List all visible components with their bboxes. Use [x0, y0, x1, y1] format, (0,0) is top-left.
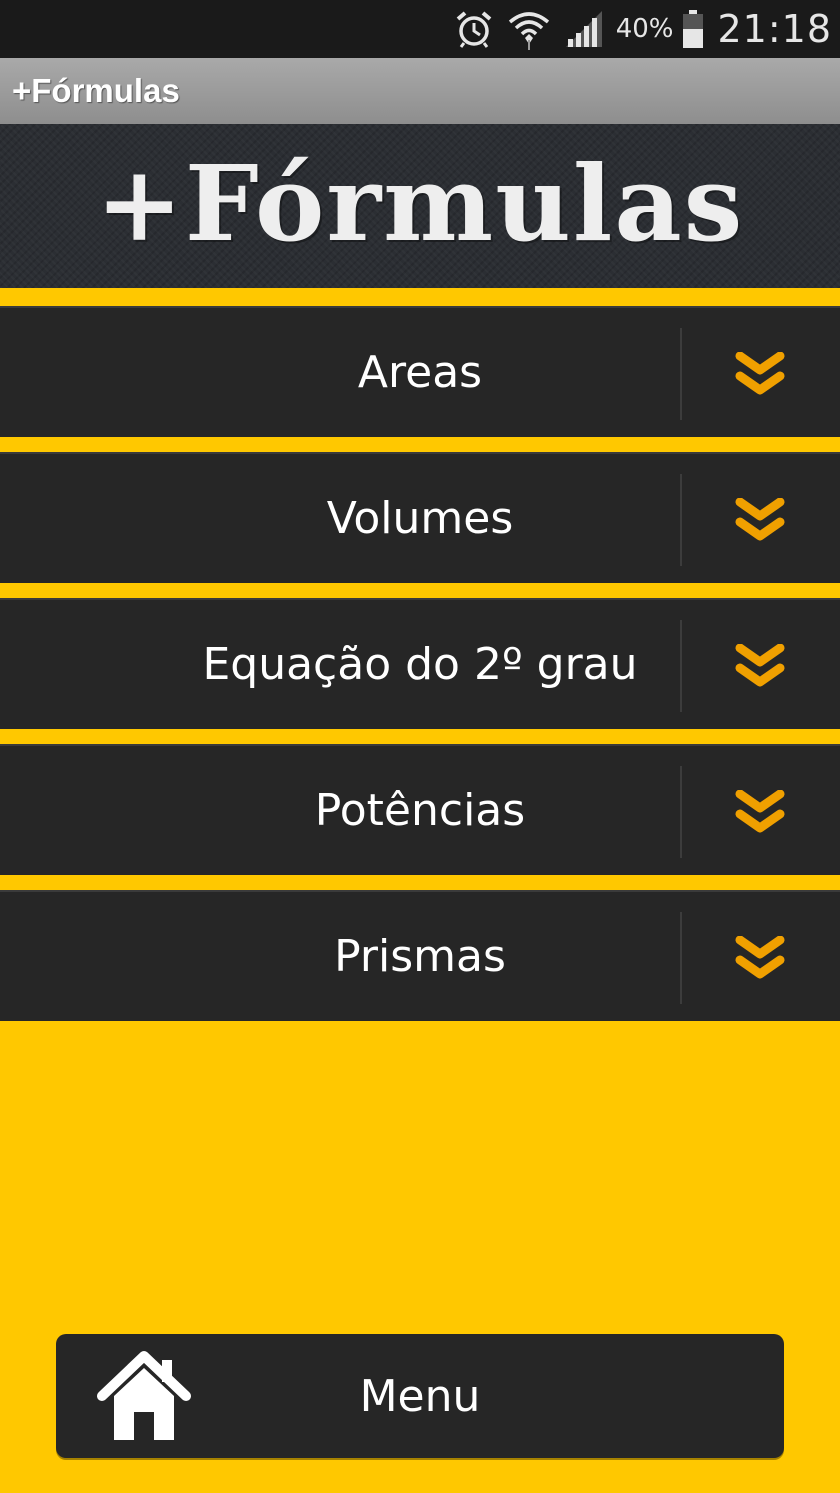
accordion-item-label: Volumes: [326, 493, 514, 544]
accordion-item-label: Equação do 2º grau: [202, 639, 638, 690]
accordion-item-label: Prismas: [334, 931, 506, 982]
double-chevron-down-icon[interactable]: [734, 789, 786, 836]
accordion-item-label: Areas: [357, 347, 483, 398]
battery-percent: 40%: [615, 14, 674, 44]
wifi-icon: [508, 8, 550, 50]
menu-button[interactable]: Menu: [56, 1334, 784, 1458]
formula-category-list: Areas Volumes Equação do 2º grau Potênci…: [0, 288, 840, 1021]
accordion-item-prismas[interactable]: Prismas: [0, 890, 840, 1021]
banner-logo: +Fórmulas: [95, 141, 745, 265]
accordion-item-equacao[interactable]: Equação do 2º grau: [0, 598, 840, 729]
banner: +Fórmulas: [0, 124, 840, 288]
accordion-item-volumes[interactable]: Volumes: [0, 452, 840, 583]
divider: [680, 912, 682, 1004]
alarm-icon: [454, 9, 494, 49]
battery-icon: [681, 9, 705, 49]
accordion-item-areas[interactable]: Areas: [0, 306, 840, 437]
divider: [680, 474, 682, 566]
divider: [680, 328, 682, 420]
double-chevron-down-icon[interactable]: [734, 643, 786, 690]
status-bar: 40% 21:18: [0, 0, 840, 58]
divider: [680, 766, 682, 858]
accordion-item-potencias[interactable]: Potências: [0, 744, 840, 875]
app-title: +Fórmulas: [12, 72, 180, 109]
divider: [680, 620, 682, 712]
signal-icon: [564, 9, 604, 49]
menu-label: Menu: [359, 1370, 481, 1422]
accordion-item-label: Potências: [314, 785, 526, 836]
action-bar: +Fórmulas: [0, 58, 840, 124]
double-chevron-down-icon[interactable]: [734, 935, 786, 982]
double-chevron-down-icon[interactable]: [734, 351, 786, 398]
clock: 21:18: [717, 7, 832, 51]
double-chevron-down-icon[interactable]: [734, 497, 786, 544]
